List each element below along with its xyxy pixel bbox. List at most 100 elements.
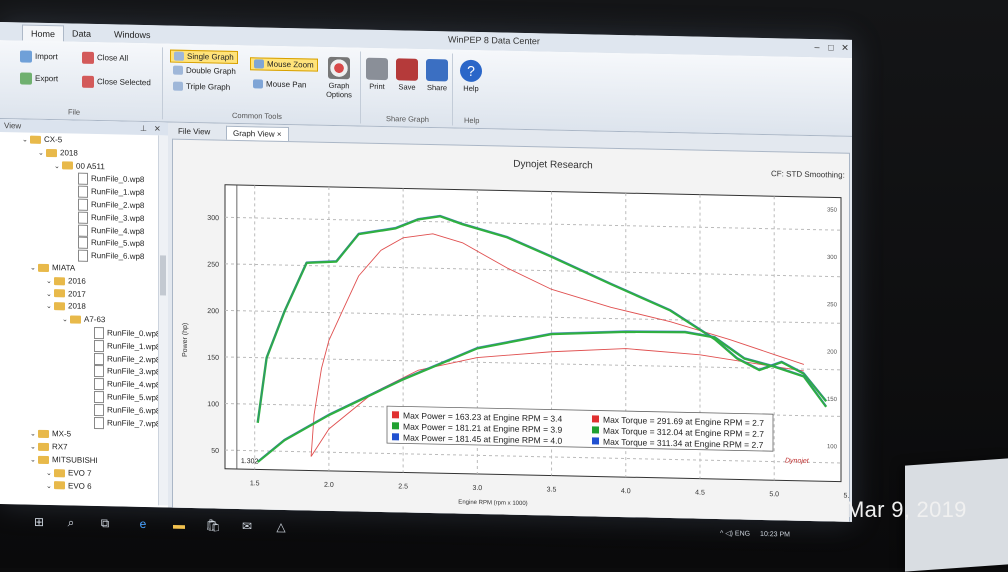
mouse-pan-button[interactable]: Mouse Pan	[253, 79, 306, 90]
chevron-down-icon[interactable]: ⌄	[46, 276, 54, 288]
save-button[interactable]: Save	[390, 58, 424, 92]
tab-data[interactable]: Data	[64, 25, 99, 42]
tree-folder[interactable]: ⌄ CX-5	[22, 133, 62, 146]
tree-folder[interactable]: ⌄ 2018	[46, 300, 86, 313]
chevron-down-icon[interactable]: ⌄	[30, 455, 38, 467]
chevron-down-icon[interactable]: ⌄	[30, 263, 38, 275]
legend-swatch	[392, 433, 399, 441]
tree-file[interactable]: RunFile_3.wp8	[78, 211, 144, 224]
x-tick-label: 4.5	[695, 490, 705, 497]
chevron-down-icon[interactable]: ⌄	[30, 442, 38, 454]
tree-folder[interactable]: ⌄ EVO 7	[46, 467, 92, 480]
tree-node-label: EVO 7	[68, 468, 92, 478]
minimize-icon[interactable]: –	[812, 42, 822, 52]
task-view-icon[interactable]: ⧉	[96, 514, 114, 532]
chevron-down-icon[interactable]: ⌄	[22, 134, 30, 146]
pan-icon	[253, 79, 263, 89]
tree-file[interactable]: RunFile_0.wp8	[78, 173, 144, 186]
input-language[interactable]: ENG	[735, 530, 750, 537]
file-explorer-icon[interactable]: ▬	[170, 516, 188, 534]
import-button[interactable]: Import	[20, 50, 58, 63]
tree-file[interactable]: RunFile_6.wp8	[94, 403, 161, 417]
y2-tick-label: 350	[827, 208, 838, 214]
edge-browser-icon[interactable]: e	[134, 515, 152, 533]
tree-folder[interactable]: ⌄ 00 A511	[54, 160, 105, 173]
restore-icon[interactable]: □	[826, 42, 836, 52]
tree-folder[interactable]: ⌄ MX-5	[30, 428, 71, 441]
chevron-down-icon[interactable]: ⌄	[46, 301, 54, 313]
close-window-icon[interactable]: ✕	[840, 43, 850, 53]
tab-graph-view[interactable]: Graph View ×	[226, 125, 289, 142]
close-selected-button[interactable]: Close Selected	[82, 75, 151, 89]
export-button[interactable]: Export	[20, 72, 58, 85]
tab-file-view[interactable]: File View	[172, 125, 216, 139]
x-tick-label: 4.0	[621, 488, 631, 495]
tree-folder[interactable]: ⌄ 2016	[46, 275, 86, 288]
chevron-down-icon[interactable]: ⌄	[46, 289, 54, 301]
tree-scrollbar[interactable]	[158, 135, 168, 506]
tree-node-label: RunFile_6.wp8	[107, 405, 161, 416]
chevron-down-icon[interactable]: ⌄	[46, 481, 54, 493]
file-icon	[94, 416, 104, 429]
tree-file[interactable]: RunFile_4.wp8	[78, 224, 144, 237]
tree-node-label: RunFile_4.wp8	[107, 379, 161, 390]
store-icon[interactable]: 🛍	[204, 516, 222, 534]
y2-tick-label: 300	[827, 255, 838, 261]
tree-node-label: RunFile_5.wp8	[91, 238, 145, 249]
triple-graph-button[interactable]: Triple Graph	[173, 82, 230, 93]
notification-chevron-icon[interactable]: ^	[720, 530, 723, 537]
y-axis-label: Power (hp)	[182, 323, 189, 357]
tree-folder[interactable]: ⌄ 2018	[38, 147, 78, 160]
dyno-chart[interactable]: Dynojet Research CF: STD Smoothing: 1.5 2.0…	[173, 140, 849, 522]
tree-folder[interactable]: ⌄ A7-63	[62, 313, 105, 326]
print-button[interactable]: Print	[360, 57, 394, 92]
tree-file[interactable]: RunFile_2.wp8	[78, 198, 144, 212]
correction-factor-label: CF: STD Smoothing:	[771, 169, 845, 180]
tree-scroll-thumb[interactable]	[160, 255, 166, 296]
windows-start-icon[interactable]: ⊞	[30, 513, 48, 531]
search-icon[interactable]: ⌕	[62, 513, 80, 531]
tree-file[interactable]: RunFile_5.wp8	[78, 237, 144, 250]
tree-file[interactable]: RunFile_3.wp8	[94, 365, 160, 378]
tree-folder[interactable]: ⌄ EVO 6	[46, 480, 92, 493]
graph-options-button[interactable]: Graph Options	[322, 56, 356, 100]
chevron-down-icon[interactable]: ⌄	[46, 468, 54, 480]
file-tree-panel: View ⊥ ✕ ⌄ CX-5 ⌄ 2018 ⌄ 00 A511 RunFile_0.wp8 Ru…	[0, 119, 169, 508]
double-graph-button[interactable]: Double Graph	[173, 66, 236, 77]
close-panel-icon[interactable]: ✕	[154, 122, 161, 135]
single-graph-button[interactable]: Single Graph	[170, 49, 238, 65]
tree-file[interactable]: RunFile_2.wp8	[94, 352, 160, 366]
graph-options-icon	[328, 56, 350, 80]
tree-file[interactable]: RunFile_0.wp8	[94, 326, 160, 340]
pin-icon[interactable]: ⊥	[140, 122, 147, 135]
tree-node-label: CX-5	[44, 134, 63, 145]
chevron-down-icon[interactable]: ⌄	[62, 314, 70, 326]
tree-file[interactable]: RunFile_7.wp8	[94, 416, 160, 430]
winpep-taskbar-icon[interactable]: △	[272, 518, 290, 536]
clock[interactable]: 10:23 PM	[760, 531, 790, 539]
tree-file[interactable]: RunFile_1.wp8	[94, 339, 160, 353]
tree-folder[interactable]: ⌄ RX7	[30, 441, 68, 454]
close-all-button[interactable]: Close All	[82, 51, 128, 65]
mail-icon[interactable]: ✉	[238, 517, 256, 535]
share-button[interactable]: Share	[420, 58, 454, 93]
chevron-down-icon[interactable]: ⌄	[38, 148, 46, 160]
volume-icon[interactable]: ◁)	[725, 530, 733, 537]
tree-folder[interactable]: ⌄ MIATA	[30, 262, 75, 275]
tree-node-label: RunFile_3.wp8	[91, 212, 145, 223]
tree-folder[interactable]: ⌄ 2017	[46, 288, 86, 301]
chevron-down-icon[interactable]: ⌄	[30, 429, 38, 441]
chevron-down-icon[interactable]: ⌄	[54, 161, 62, 173]
file-icon	[94, 326, 104, 340]
tree-file[interactable]: RunFile_5.wp8	[94, 390, 160, 404]
tree-file[interactable]: RunFile_1.wp8	[78, 185, 144, 199]
close-selected-icon	[82, 75, 94, 88]
tab-windows[interactable]: Windows	[106, 26, 159, 43]
y2-tick-label: 250	[827, 302, 838, 308]
mouse-zoom-button[interactable]: Mouse Zoom	[250, 57, 318, 73]
close-tab-icon[interactable]: ×	[277, 130, 282, 139]
tree-file[interactable]: RunFile_6.wp8	[78, 249, 144, 263]
help-button[interactable]: ? Help	[454, 59, 488, 94]
tree-folder[interactable]: ⌄ MITSUBISHI	[30, 454, 98, 467]
tree-file[interactable]: RunFile_4.wp8	[94, 378, 160, 391]
